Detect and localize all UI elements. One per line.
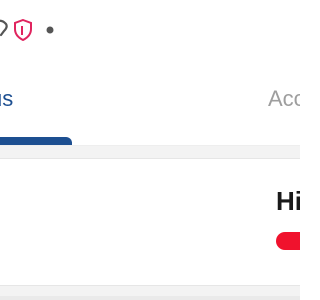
tab-account[interactable]: Acc [268, 86, 300, 112]
shield-icon [14, 19, 32, 41]
tab-status[interactable]: us [0, 86, 13, 112]
bottom-divider [0, 296, 300, 300]
status-bar-icons [0, 16, 54, 44]
card-status-pill [276, 232, 300, 250]
notification-dot-icon [46, 26, 54, 34]
screen: us Acc Hi [0, 0, 300, 300]
content-card[interactable] [0, 158, 300, 286]
card-title: Hi [276, 186, 300, 216]
active-tab-indicator [0, 137, 72, 145]
wifi-icon [0, 19, 8, 41]
